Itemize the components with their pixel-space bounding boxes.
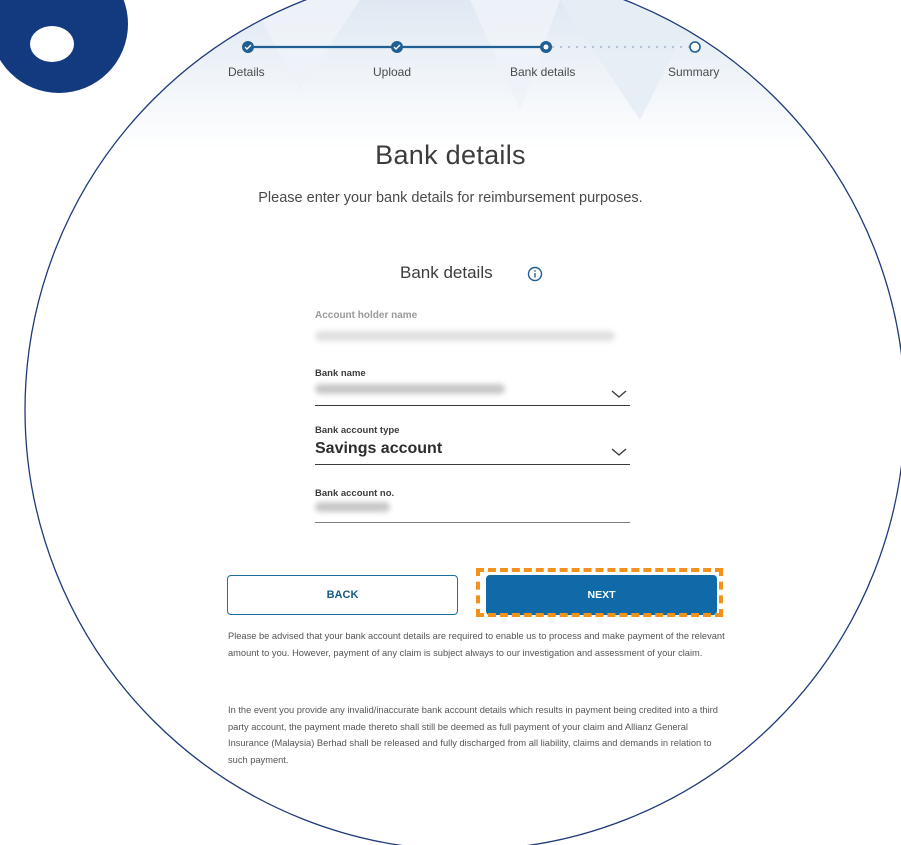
section-title: Bank details <box>400 263 493 282</box>
step-upload-label: Upload <box>373 65 412 79</box>
account-no-input[interactable] <box>315 502 390 512</box>
next-button-highlight <box>476 568 723 617</box>
bank-name-chevron-down-icon[interactable] <box>610 388 628 400</box>
account-type-select[interactable]: Savings account <box>315 440 442 458</box>
step-bank-details-label: Bank details <box>510 65 576 79</box>
bank-name-value[interactable] <box>315 384 505 394</box>
back-button[interactable]: BACK <box>227 575 458 615</box>
bank-name-underline <box>315 405 630 406</box>
account-holder-label: Account holder name <box>315 310 418 321</box>
step-details-label: Details <box>228 65 265 79</box>
bank-name-label: Bank name <box>315 368 366 379</box>
page-subtitle: Please enter your bank details for reimb… <box>258 190 643 206</box>
progress-stepper: Details Upload Bank details Summary <box>0 0 901 90</box>
account-type-underline <box>315 464 630 465</box>
stepper-track <box>242 41 701 53</box>
step-2-check-icon <box>391 41 403 53</box>
invalid-account-disclaimer: In the event you provide any invalid/ina… <box>228 705 718 765</box>
page-title: Bank details <box>375 140 526 170</box>
account-no-underline <box>315 522 630 523</box>
account-no-label: Bank account no. <box>315 488 395 499</box>
step-3-current-icon <box>540 41 552 53</box>
account-type-chevron-down-icon[interactable] <box>610 446 628 458</box>
step-4-pending-icon <box>689 41 701 53</box>
step-summary-label: Summary <box>668 65 720 79</box>
info-icon[interactable] <box>527 266 543 282</box>
bank-details-disclaimer: Please be advised that your bank account… <box>228 631 725 658</box>
account-type-label: Bank account type <box>315 425 400 436</box>
account-holder-value <box>315 331 615 341</box>
step-1-check-icon <box>242 41 254 53</box>
